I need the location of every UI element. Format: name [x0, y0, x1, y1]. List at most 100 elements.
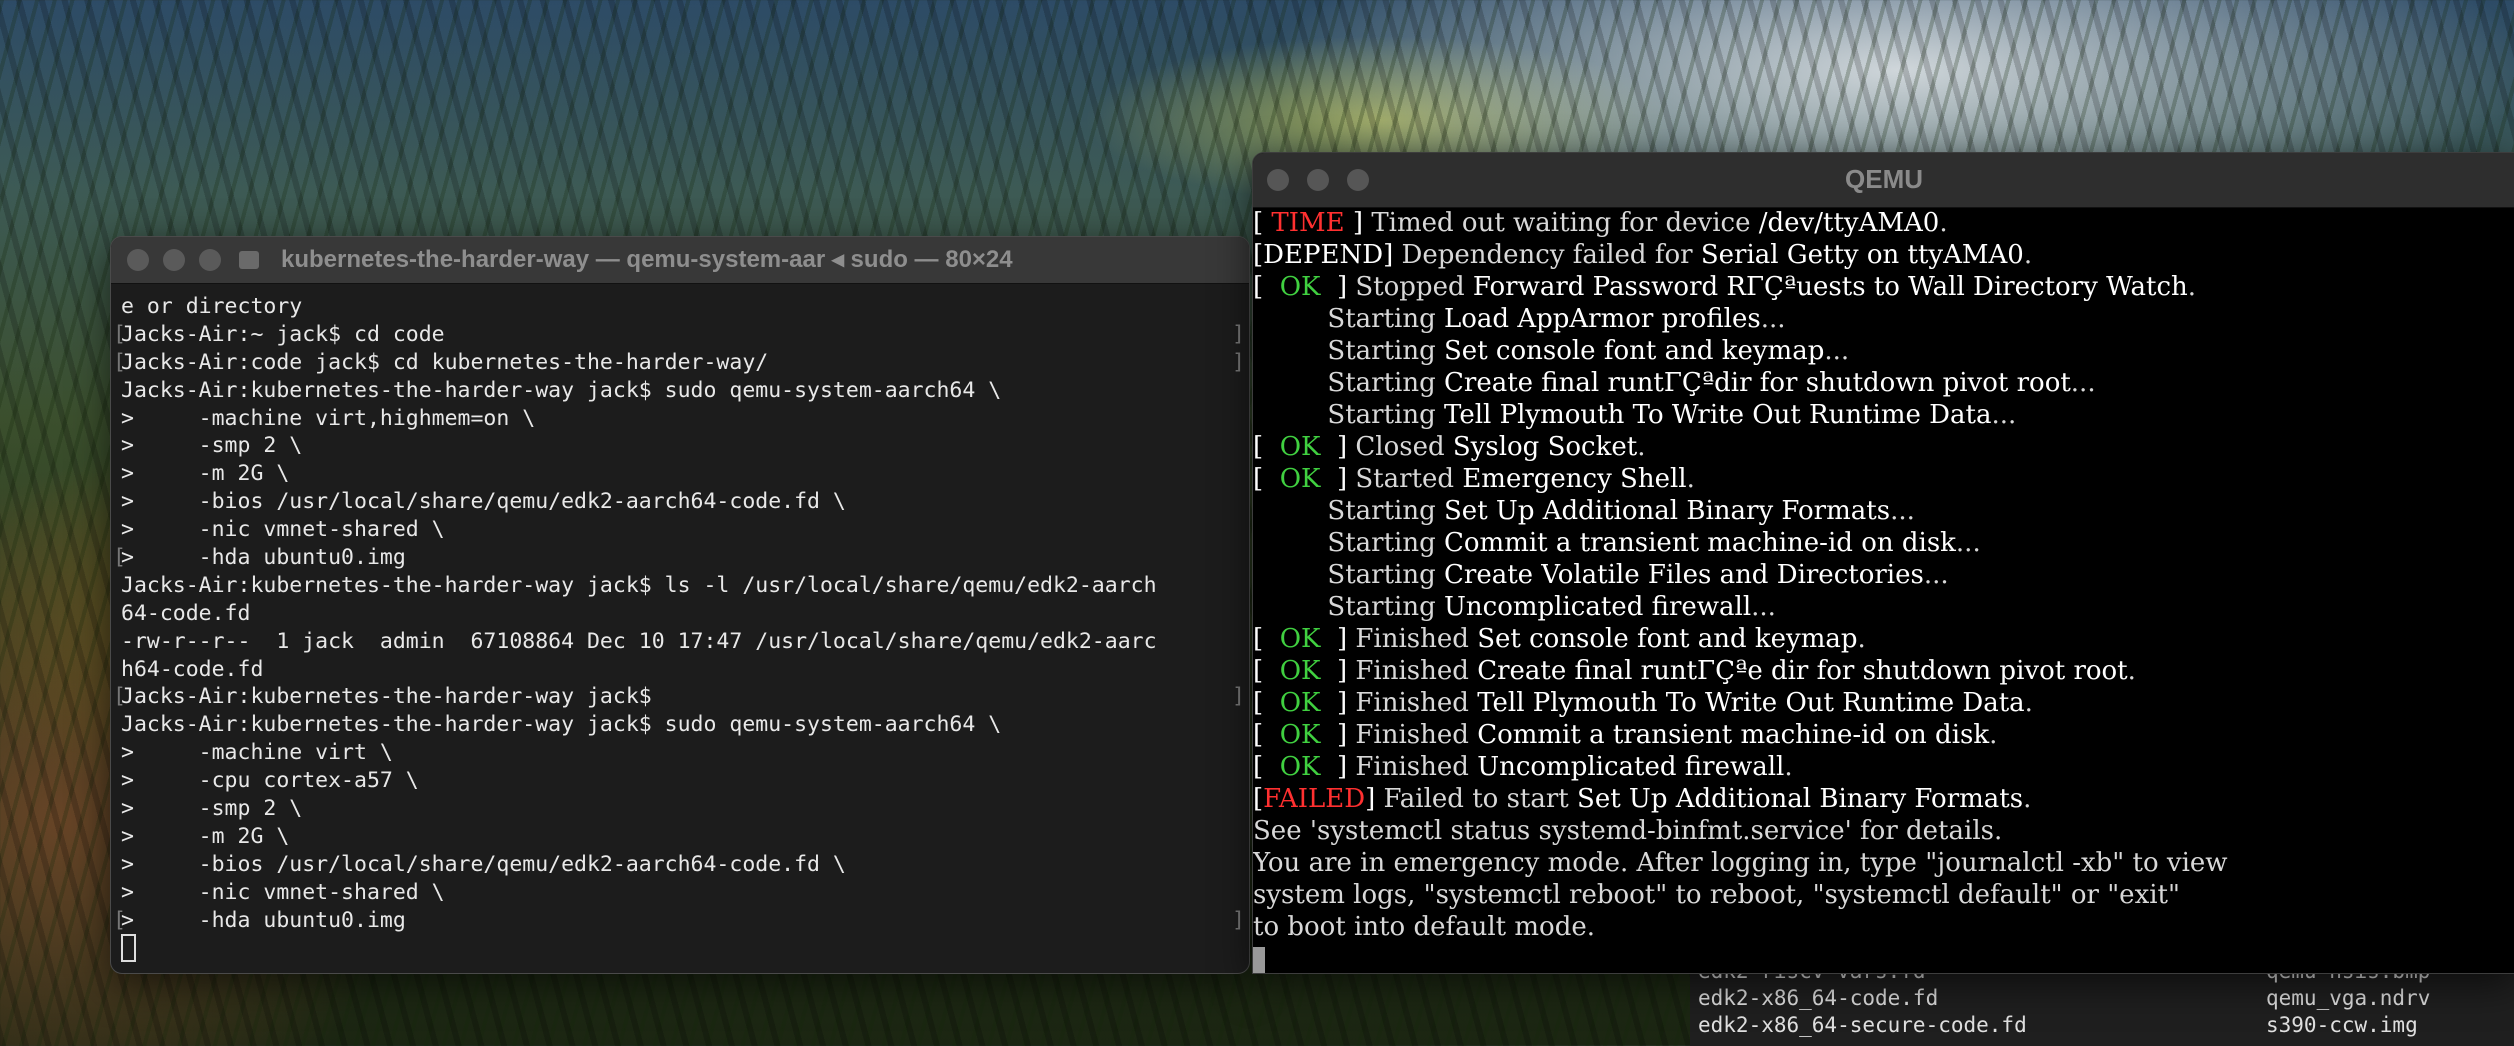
mark-bracket: ] [1232, 321, 1245, 347]
mark-bracket: [ [113, 907, 126, 933]
boot-log-line: [ OK ] Closed Syslog Socket. [1253, 431, 2514, 463]
terminal-line: [Jacks-Air:code jack$ cd kubernetes-the-… [113, 349, 1245, 377]
status-badge: OK [1279, 720, 1321, 750]
status-bracket: [ [1253, 752, 1280, 782]
status-bracket: [ [1253, 208, 1272, 238]
terminal-line-text: Jacks-Air:kubernetes-the-harder-way jack… [121, 712, 1002, 738]
terminal-window[interactable]: kubernetes-the-harder-way — qemu-system-… [110, 236, 1250, 974]
log-tail: . [1989, 720, 1998, 750]
status-bracket [1253, 592, 1327, 622]
terminal-prompt-line[interactable] [121, 934, 1239, 963]
boot-log-line: Starting Uncomplicated firewall... [1253, 591, 2514, 623]
log-tail: . [2023, 784, 2032, 814]
minimize-button[interactable] [163, 249, 185, 271]
terminal-line: e or directory [121, 293, 1239, 321]
terminal-title: kubernetes-the-harder-way — qemu-system-… [281, 246, 1013, 273]
log-tail: . [1637, 432, 1646, 462]
boot-log-line: [ OK ] Stopped Forward Password RΓÇªuest… [1253, 271, 2514, 303]
log-object: Tell Plymouth To Write Out Runtime Data [1444, 400, 1992, 430]
terminal-line: > -bios /usr/local/share/qemu/edk2-aarch… [121, 851, 1239, 879]
log-verb: Stopped [1355, 272, 1473, 302]
list-item[interactable]: edk2-x86_64-secure-code.fd s390-ccw.img [1698, 1012, 2514, 1039]
console-message: to boot into default mode. [1253, 912, 1595, 942]
terminal-line-text: 64-code.fd [121, 600, 251, 626]
terminal-line: > -nic vmnet-shared \ [121, 516, 1239, 544]
file-name: edk2-x86_64-secure-code.fd [1698, 1013, 2027, 1037]
log-tail: ... [1955, 528, 1981, 558]
log-verb: Failed to start [1383, 784, 1578, 814]
terminal-line: > -machine virt,highmem=on \ [121, 405, 1239, 433]
terminal-line-text: > -cpu cortex-a57 \ [121, 768, 419, 794]
boot-log-line: Starting Create final runtΓÇªdir for shu… [1253, 367, 2514, 399]
status-bracket: [ [1253, 432, 1280, 462]
log-tail: . [2127, 656, 2136, 686]
status-badge: OK [1279, 624, 1321, 654]
qemu-window[interactable]: QEMU [ TIME ] Timed out waiting for devi… [1252, 152, 2514, 974]
boot-log-line: [ OK ] Started Emergency Shell. [1253, 463, 2514, 495]
status-bracket: ] [1320, 624, 1356, 654]
terminal-line-text: > -bios /usr/local/share/qemu/edk2-aarch… [121, 489, 846, 515]
log-tail: . [2187, 272, 2197, 302]
finder-file-list: edk2-riscv-vars.fd qemu-nsis.bmp edk2-x8… [1690, 959, 2514, 1046]
log-verb: Starting [1327, 400, 1444, 430]
boot-log-line: [ OK ] Finished Create final runtΓÇªe di… [1253, 655, 2514, 687]
status-badge: OK [1279, 432, 1321, 462]
log-object: Syslog Socket [1452, 432, 1638, 462]
log-object: Set Up Additional Binary Formats [1444, 496, 1891, 526]
terminal-line-text: > -m 2G \ [121, 823, 290, 849]
console-prompt-line[interactable] [1253, 943, 2514, 973]
log-verb: Closed [1355, 432, 1453, 462]
terminal-line-text: Jacks-Air:kubernetes-the-harder-way jack… [121, 684, 652, 710]
terminal-line: Jacks-Air:kubernetes-the-harder-way jack… [121, 377, 1239, 405]
status-bracket: [ [1253, 656, 1280, 686]
file-name: s390-ccw.img [2266, 1013, 2418, 1037]
terminal-titlebar[interactable]: kubernetes-the-harder-way — qemu-system-… [111, 237, 1249, 284]
terminal-line: > -machine virt \ [121, 739, 1239, 767]
log-tail: . [1857, 624, 1866, 654]
log-verb: Finished [1355, 624, 1478, 654]
status-bracket: [ [1253, 272, 1280, 302]
terminal-line: [Jacks-Air:kubernetes-the-harder-way jac… [113, 683, 1245, 711]
log-verb: Starting [1327, 304, 1444, 334]
log-verb: Finished [1355, 656, 1478, 686]
mark-bracket: [ [113, 349, 126, 375]
log-tail: ... [1824, 336, 1850, 366]
log-tail: . [2024, 688, 2033, 718]
status-bracket: ] [1320, 272, 1356, 302]
status-bracket: ] [1320, 656, 1356, 686]
boot-log-line: Starting Tell Plymouth To Write Out Runt… [1253, 399, 2514, 431]
terminal-line: h64-code.fd [121, 656, 1239, 684]
log-verb: Starting [1327, 336, 1444, 366]
terminal-line: 64-code.fd [121, 600, 1239, 628]
status-bracket: ] [1320, 464, 1356, 494]
terminal-line: > -cpu cortex-a57 \ [121, 767, 1239, 795]
terminal-line-text: > -machine virt,highmem=on \ [121, 405, 536, 431]
log-object: Forward Password RΓÇªuests to Wall Direc… [1472, 272, 2188, 302]
zoom-button[interactable] [199, 249, 221, 271]
terminal-output[interactable]: e or directory[Jacks-Air:~ jack$ cd code… [113, 293, 1245, 965]
log-object: Set Up Additional Binary Formats [1577, 784, 2024, 814]
mark-bracket: ] [1232, 684, 1245, 710]
boot-log-line: Starting Create Volatile Files and Direc… [1253, 559, 2514, 591]
qemu-console[interactable]: [ TIME ] Timed out waiting for device /d… [1253, 207, 2514, 973]
log-object: Set console font and keymap [1444, 336, 1825, 366]
text-cursor [1253, 947, 1265, 973]
log-tail: ... [1923, 560, 1949, 590]
list-item[interactable]: edk2-x86_64-code.fd qemu_vga.ndrv [1698, 985, 2514, 1012]
qemu-titlebar[interactable]: QEMU [1253, 153, 2514, 208]
status-badge: OK [1279, 656, 1321, 686]
log-verb: Started [1355, 464, 1463, 494]
log-verb: Starting [1327, 592, 1444, 622]
terminal-line: -rw-r--r-- 1 jack admin 67108864 Dec 10 … [121, 628, 1239, 656]
terminal-line: > -smp 2 \ [121, 432, 1239, 460]
status-badge: DEPEND [1263, 240, 1384, 270]
status-bracket: [ [1253, 784, 1264, 814]
log-object: /dev/ttyAMA0 [1758, 208, 1940, 238]
close-button[interactable] [127, 249, 149, 271]
console-message: You are in emergency mode. After logging… [1253, 848, 2228, 878]
status-bracket [1253, 560, 1327, 590]
terminal-line-text: h64-code.fd [121, 656, 264, 682]
status-bracket: ] [1320, 752, 1356, 782]
terminal-line-text: > -m 2G \ [121, 461, 290, 487]
status-badge: OK [1279, 752, 1321, 782]
